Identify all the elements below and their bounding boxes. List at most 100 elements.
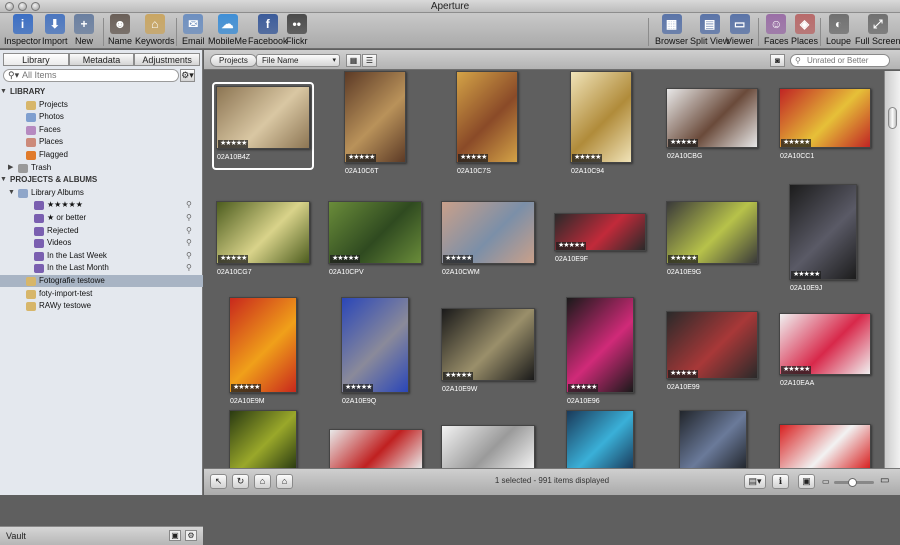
smart-album-search-icon[interactable]: ⚲ (186, 225, 192, 237)
inspector-tabs: Library Metadata Adjustments (3, 53, 201, 66)
sidebar-item-photos[interactable]: Photos (0, 111, 203, 123)
slider-knob[interactable] (848, 478, 857, 487)
disclosure-closed-icon[interactable]: ▶ (8, 162, 13, 174)
sidebar-item-projects-albums[interactable]: ▼ PROJECTS & ALBUMS (0, 174, 203, 186)
mobileme-toolbar-button[interactable]: ☁ MobileMe (208, 14, 247, 48)
sidebar-item-label: ★ or better (47, 213, 87, 222)
sidebar-item-faces[interactable]: Faces (0, 124, 203, 136)
sidebar-item-label: In the Last Week (47, 250, 107, 260)
sidebar-item--or-better[interactable]: ★ or better ⚲ (0, 212, 203, 224)
star-rating[interactable]: ★★★★★ (556, 242, 587, 250)
sidebar-item-videos[interactable]: Videos ⚲ (0, 237, 203, 249)
info-display-button[interactable]: ℹ (772, 474, 789, 489)
email-toolbar-button[interactable]: ✉ Email (182, 14, 205, 48)
import-toolbar-button[interactable]: ⬇ Import (42, 14, 68, 48)
star-rating[interactable]: ★★★★★ (231, 384, 262, 392)
flag-icon (26, 151, 36, 160)
tab-library[interactable]: Library (3, 53, 69, 66)
fullscreen-toolbar-button[interactable]: ⤢ Full Screen (855, 14, 900, 48)
star-rating[interactable]: ★★★★★ (218, 140, 249, 148)
fullscreen-toggle-button[interactable]: ▣ (798, 474, 815, 489)
viewer-toolbar-button[interactable]: ▭ Viewer (726, 14, 753, 48)
browser-toolbar-button[interactable]: ▦ Browser (655, 14, 688, 48)
sidebar-item-projects[interactable]: Projects (0, 99, 203, 111)
star-rating[interactable]: ★★★★★ (443, 372, 474, 380)
splitview-toolbar-button[interactable]: ▤ Split View (690, 14, 729, 48)
zoom-window-icon[interactable] (31, 2, 40, 11)
browser-scrollbar[interactable] (884, 71, 900, 468)
star-rating[interactable]: ★★★★★ (781, 139, 812, 147)
keywords-toolbar-label: Keywords (135, 36, 175, 46)
places-toolbar-button[interactable]: ◈ Places (791, 14, 818, 48)
library-action-button[interactable]: ⚙▾ (180, 69, 195, 82)
flickr-toolbar-button[interactable]: •• Flickr (286, 14, 308, 48)
smart-album-icon (34, 214, 44, 223)
tab-adjustments[interactable]: Adjustments (134, 53, 201, 66)
keywords-toolbar-button[interactable]: ⌂ Keywords (135, 14, 175, 48)
star-rating[interactable]: ★★★★★ (346, 154, 377, 162)
loupe-toolbar-button[interactable]: ◐ Loupe (826, 14, 851, 48)
thumbnail-size-slider[interactable] (834, 478, 874, 487)
star-rating[interactable]: ★★★★★ (572, 154, 603, 162)
smart-album-search-icon[interactable]: ⚲ (186, 212, 192, 224)
star-rating[interactable]: ★★★★★ (343, 384, 374, 392)
sidebar-item-in-the-last-week[interactable]: In the Last Week ⚲ (0, 250, 203, 262)
sort-select[interactable]: File Name ▾ (256, 54, 340, 67)
flickr-toolbar-label: Flickr (286, 36, 308, 46)
grid-view-button[interactable]: ▦ (346, 54, 361, 67)
name-toolbar-button[interactable]: ☻ Name (108, 14, 132, 48)
tab-metadata[interactable]: Metadata (68, 53, 135, 66)
export-menu-button[interactable]: ▤▾ (744, 474, 766, 489)
sidebar-item-rejected[interactable]: Rejected ⚲ (0, 225, 203, 237)
star-rating[interactable]: ★★★★★ (443, 255, 474, 263)
star-rating[interactable]: ★★★★★ (791, 271, 822, 279)
status-text: 1 selected - 991 items displayed (494, 476, 610, 485)
star-rating[interactable]: ★★★★★ (668, 139, 699, 147)
filter-hud-button[interactable]: ◙ (770, 54, 785, 67)
sidebar-item-foty-import-test[interactable]: foty-import-test (0, 288, 203, 300)
star-rating[interactable]: ★★★★★ (668, 255, 699, 263)
sidebar-item-library[interactable]: ▼ LIBRARY (0, 86, 203, 98)
star-rating[interactable]: ★★★★★ (330, 255, 361, 263)
vault-gear-button[interactable]: ⚙ (185, 530, 197, 541)
photos-icon (26, 113, 36, 123)
sidebar-item-trash[interactable]: ▶ Trash (0, 162, 203, 174)
library-search-input[interactable]: ⚲▾ All Items (3, 69, 179, 82)
star-rating[interactable]: ★★★★★ (668, 370, 699, 378)
keyword-tag-icon: ⌂ (144, 14, 165, 34)
sidebar-item-places[interactable]: Places (0, 136, 203, 148)
mobileme-toolbar-label: MobileMe (208, 36, 248, 46)
sidebar-item-in-the-last-month[interactable]: In the Last Month ⚲ (0, 262, 203, 274)
sidebar-item--[interactable]: ★★★★★ ⚲ (0, 199, 203, 211)
sidebar-item-library-albums[interactable]: ▼ Library Albums (0, 187, 203, 199)
fullscreen-toolbar-label: Full Screen (855, 36, 900, 46)
list-view-button[interactable]: ☰ (362, 54, 377, 67)
inspector-toolbar-label: Inspector (4, 36, 42, 46)
star-rating[interactable]: ★★★★★ (568, 384, 599, 392)
vault-add-button[interactable]: ▣ (169, 530, 181, 541)
sidebar-item-rawy-testowe[interactable]: RAWy testowe (0, 300, 203, 312)
disclosure-open-icon[interactable]: ▼ (0, 174, 7, 186)
inspector-toolbar-button[interactable]: i Inspector (4, 14, 41, 48)
projects-button[interactable]: Projects (210, 54, 257, 67)
sidebar-item-flagged[interactable]: Flagged (0, 149, 203, 161)
disclosure-open-icon[interactable]: ▼ (0, 86, 7, 98)
facebook-toolbar-button[interactable]: f Facebook (248, 14, 288, 48)
smart-album-search-icon[interactable]: ⚲ (186, 250, 192, 262)
sidebar-item-fotografie-testowe[interactable]: Fotografie testowe (0, 275, 203, 287)
star-rating[interactable]: ★★★★★ (218, 255, 249, 263)
scrollbar-thumb[interactable] (888, 107, 897, 129)
smart-album-search-icon[interactable]: ⚲ (186, 199, 192, 211)
disclosure-open-icon[interactable]: ▼ (8, 187, 15, 199)
new-toolbar-button[interactable]: + New (74, 14, 94, 48)
faces-toolbar-button[interactable]: ☺ Faces (764, 14, 789, 48)
filter-search-input[interactable]: ⚲ Unrated or Better (790, 54, 890, 67)
smart-album-search-icon[interactable]: ⚲ (186, 237, 192, 249)
star-rating[interactable]: ★★★★★ (458, 154, 489, 162)
close-window-icon[interactable] (5, 2, 14, 11)
star-rating[interactable]: ★★★★★ (781, 366, 812, 374)
photo-image (344, 71, 406, 163)
title-bar: Aperture (0, 0, 900, 13)
minimize-window-icon[interactable] (18, 2, 27, 11)
smart-album-search-icon[interactable]: ⚲ (186, 262, 192, 274)
